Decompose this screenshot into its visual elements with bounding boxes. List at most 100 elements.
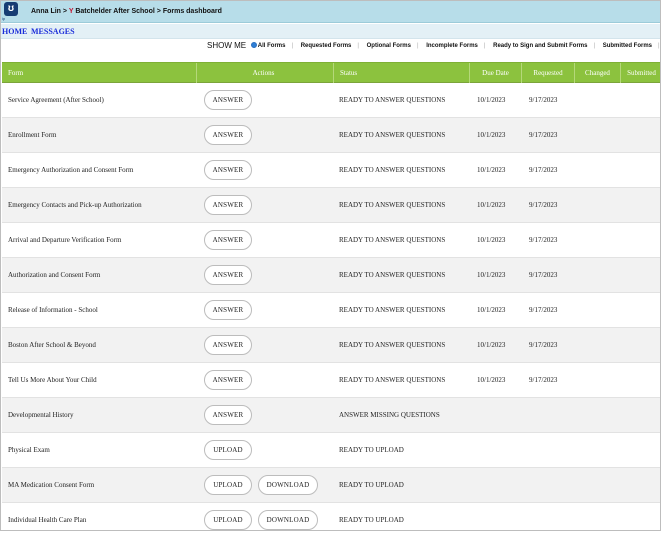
table-row: Emergency Contacts and Pick-up Authoriza… bbox=[2, 188, 660, 223]
status-text: ANSWER MISSING QUESTIONS bbox=[339, 411, 440, 419]
due-date: 10/1/2023 bbox=[477, 166, 506, 174]
table-row: Boston After School & Beyond ANSWER READY … bbox=[2, 328, 660, 363]
table-row: Release of Information - School ANSWER REA… bbox=[2, 293, 660, 328]
status-text: READY TO ANSWER QUESTIONS bbox=[339, 306, 446, 314]
filter-separator: | bbox=[658, 43, 660, 49]
status-text: READY TO ANSWER QUESTIONS bbox=[339, 341, 446, 349]
status-text: READY TO UPLOAD bbox=[339, 446, 404, 454]
logo-icon: ʊ bbox=[4, 2, 18, 16]
upload-button[interactable]: UPLOAD bbox=[204, 475, 252, 495]
column-header-status[interactable]: Status bbox=[333, 63, 357, 83]
form-name[interactable]: Boston After School & Beyond bbox=[8, 328, 96, 362]
filter-separator: | bbox=[593, 43, 596, 49]
due-date: 10/1/2023 bbox=[477, 236, 506, 244]
answer-button[interactable]: ANSWER bbox=[204, 90, 252, 110]
requested-date: 9/17/2023 bbox=[529, 376, 558, 384]
column-header-form[interactable]: Form bbox=[8, 63, 23, 83]
download-button[interactable]: DOWNLOAD bbox=[258, 510, 318, 530]
answer-button[interactable]: ANSWER bbox=[204, 300, 252, 320]
status-text: READY TO ANSWER QUESTIONS bbox=[339, 131, 446, 139]
form-name[interactable]: MA Medication Consent Form bbox=[8, 468, 94, 502]
table-row: Developmental History ANSWER ANSWER MISSIN… bbox=[2, 398, 660, 433]
table-header: Form Actions Status Due Date Requested C… bbox=[2, 62, 660, 83]
nav-messages-link[interactable]: MESSAGES bbox=[31, 27, 75, 36]
form-name[interactable]: Arrival and Departure Verification Form bbox=[8, 223, 121, 257]
filter-incomplete-forms[interactable]: Incomplete Forms bbox=[426, 43, 478, 49]
upload-button[interactable]: UPLOAD bbox=[204, 440, 252, 460]
requested-date: 9/17/2023 bbox=[529, 131, 558, 139]
answer-button[interactable]: ANSWER bbox=[204, 230, 252, 250]
form-name[interactable]: Tell Us More About Your Child bbox=[8, 363, 97, 397]
form-name[interactable]: Individual Health Care Plan bbox=[8, 503, 86, 530]
top-bar: ʊ ip Anna Lin > Y Batchelder After Schoo… bbox=[1, 1, 660, 23]
column-header-due-date[interactable]: Due Date bbox=[469, 63, 521, 83]
status-text: READY TO ANSWER QUESTIONS bbox=[339, 201, 446, 209]
form-name[interactable]: Service Agreement (After School) bbox=[8, 83, 104, 117]
table-row: Tell Us More About Your Child ANSWER READY… bbox=[2, 363, 660, 398]
column-header-requested[interactable]: Requested bbox=[521, 63, 574, 83]
status-text: READY TO ANSWER QUESTIONS bbox=[339, 236, 446, 244]
breadcrumb-page: Forms dashboard bbox=[162, 8, 222, 15]
table-row: Service Agreement (After School) ANSWER RE… bbox=[2, 83, 660, 118]
breadcrumb-user[interactable]: Anna Lin bbox=[31, 8, 61, 15]
app-logo[interactable]: ʊ ip bbox=[2, 2, 22, 24]
filter-requested-forms[interactable]: Requested Forms bbox=[301, 43, 352, 49]
status-text: READY TO ANSWER QUESTIONS bbox=[339, 271, 446, 279]
filter-separator: | bbox=[291, 43, 294, 49]
status-text: READY TO UPLOAD bbox=[339, 516, 404, 524]
form-name[interactable]: Authorization and Consent Form bbox=[8, 258, 100, 292]
main-nav: HOME MESSAGES bbox=[1, 24, 660, 39]
form-name[interactable]: Release of Information - School bbox=[8, 293, 98, 327]
answer-button[interactable]: ANSWER bbox=[204, 125, 252, 145]
filter-ready-to-sign[interactable]: Ready to Sign and Submit Forms bbox=[493, 43, 587, 49]
filter-all-forms[interactable]: All Forms bbox=[258, 43, 286, 49]
requested-date: 9/17/2023 bbox=[529, 166, 558, 174]
form-name[interactable]: Developmental History bbox=[8, 398, 74, 432]
due-date: 10/1/2023 bbox=[477, 201, 506, 209]
due-date: 10/1/2023 bbox=[477, 271, 506, 279]
logo-wordmark: ip bbox=[2, 16, 6, 21]
table-row: Enrollment Form ANSWER READY TO ANSWER QUE… bbox=[2, 118, 660, 153]
answer-button[interactable]: ANSWER bbox=[204, 405, 252, 425]
requested-date: 9/17/2023 bbox=[529, 201, 558, 209]
answer-button[interactable]: ANSWER bbox=[204, 335, 252, 355]
form-name[interactable]: Emergency Authorization and Consent Form bbox=[8, 153, 133, 187]
filter-submitted-forms[interactable]: Submitted Forms bbox=[603, 43, 652, 49]
filter-separator: | bbox=[416, 43, 419, 49]
breadcrumb-separator: > bbox=[62, 8, 67, 15]
filter-optional-forms[interactable]: Optional Forms bbox=[367, 43, 411, 49]
answer-button[interactable]: ANSWER bbox=[204, 160, 252, 180]
form-name[interactable]: Physical Exam bbox=[8, 433, 50, 467]
show-me-filter-bar: SHOW ME All Forms | Requested Forms | Opti… bbox=[207, 41, 660, 51]
requested-date: 9/17/2023 bbox=[529, 236, 558, 244]
due-date: 10/1/2023 bbox=[477, 341, 506, 349]
ymca-logo-icon: Y bbox=[68, 8, 74, 15]
answer-button[interactable]: ANSWER bbox=[204, 265, 252, 285]
column-header-actions: Actions bbox=[196, 63, 330, 83]
filter-separator: | bbox=[357, 43, 359, 49]
column-header-changed[interactable]: Changed bbox=[574, 63, 620, 83]
download-button[interactable]: DOWNLOAD bbox=[258, 475, 318, 495]
breadcrumb-separator-2: > bbox=[156, 8, 161, 15]
radio-selected-icon[interactable] bbox=[250, 42, 257, 48]
due-date: 10/1/2023 bbox=[477, 376, 506, 384]
table-row: Emergency Authorization and Consent Form… bbox=[2, 153, 660, 188]
breadcrumb-program[interactable]: Batchelder After School bbox=[75, 8, 154, 15]
upload-button[interactable]: UPLOAD bbox=[204, 510, 252, 530]
filter-separator: | bbox=[483, 43, 486, 49]
due-date: 10/1/2023 bbox=[477, 96, 506, 104]
requested-date: 9/17/2023 bbox=[529, 306, 558, 314]
show-me-label: SHOW ME bbox=[207, 41, 247, 50]
requested-date: 9/17/2023 bbox=[529, 341, 558, 349]
column-header-submitted[interactable]: Submitted bbox=[620, 63, 660, 83]
answer-button[interactable]: ANSWER bbox=[204, 370, 252, 390]
status-text: READY TO ANSWER QUESTIONS bbox=[339, 166, 446, 174]
form-name[interactable]: Emergency Contacts and Pick-up Authoriza… bbox=[8, 188, 142, 222]
table-row: Arrival and Departure Verification Form A… bbox=[2, 223, 660, 258]
table-row: Physical Exam UPLOAD READY TO UPLOAD bbox=[2, 433, 660, 468]
table-row: Authorization and Consent Form ANSWER READ… bbox=[2, 258, 660, 293]
form-name[interactable]: Enrollment Form bbox=[8, 118, 56, 152]
answer-button[interactable]: ANSWER bbox=[204, 195, 252, 215]
requested-date: 9/17/2023 bbox=[529, 271, 558, 279]
nav-home-link[interactable]: HOME bbox=[2, 27, 27, 36]
